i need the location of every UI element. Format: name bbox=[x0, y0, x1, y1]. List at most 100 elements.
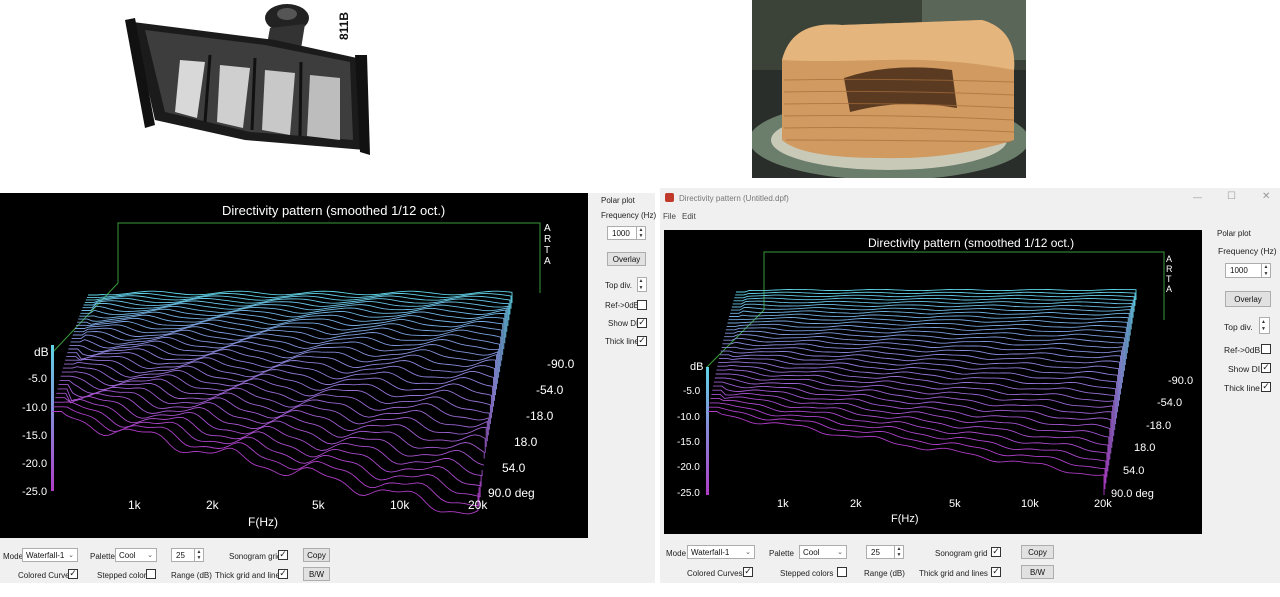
ref-0db-label: Ref->0dB bbox=[605, 301, 640, 310]
ref-0db-checkbox[interactable] bbox=[1261, 344, 1271, 354]
spin-arrows-icon[interactable]: ▲ ▼ bbox=[1261, 264, 1270, 277]
x-tick: 20k bbox=[1094, 498, 1112, 510]
mode-select[interactable]: Waterfall-1 ⌄ bbox=[687, 545, 755, 559]
copy-button[interactable]: Copy bbox=[1021, 545, 1054, 559]
chevron-down-icon: ⌄ bbox=[837, 549, 843, 556]
bw-button[interactable]: B/W bbox=[303, 567, 330, 581]
ref-0db-label: Ref->0dB bbox=[1224, 345, 1261, 355]
colored-curves-checkbox[interactable]: ✓ bbox=[743, 567, 753, 577]
chevron-down-icon: ⌄ bbox=[68, 552, 74, 559]
chevron-down-icon: ⌄ bbox=[147, 552, 153, 559]
waterfall-curve bbox=[53, 406, 480, 507]
x-tick: 2k bbox=[850, 498, 862, 510]
polar-plot-group-label: Polar plot bbox=[1217, 229, 1251, 238]
spin-arrows-icon[interactable]: ▲ ▼ bbox=[194, 549, 203, 561]
palette-value: Cool bbox=[803, 547, 820, 557]
x-axis-label: F(Hz) bbox=[891, 513, 919, 525]
angle-tick: 18.0 bbox=[1134, 442, 1156, 454]
menu-edit[interactable]: Edit bbox=[682, 212, 696, 221]
angle-tick: -54.0 bbox=[1157, 397, 1183, 409]
x-tick: 20k bbox=[468, 498, 488, 512]
menu-file[interactable]: File bbox=[663, 212, 676, 221]
waterfall-curve bbox=[56, 392, 483, 477]
range-value: 25 bbox=[871, 547, 880, 557]
waterfall-curve bbox=[61, 371, 488, 442]
ref-0db-checkbox[interactable] bbox=[637, 300, 647, 310]
show-di-checkbox[interactable]: ✓ bbox=[637, 318, 647, 328]
range-spinbox[interactable]: 25 ▲ ▼ bbox=[866, 545, 904, 559]
bw-button[interactable]: B/W bbox=[1021, 565, 1054, 579]
thick-line-checkbox[interactable]: ✓ bbox=[637, 336, 647, 346]
window-title: Directivity pattern (Untitled.dpf) bbox=[679, 194, 789, 203]
y-tick: -20.0 bbox=[677, 462, 700, 473]
app-icon bbox=[665, 193, 674, 202]
sonogram-grid-checkbox[interactable]: ✓ bbox=[991, 547, 1001, 557]
mode-value: Waterfall-1 bbox=[691, 547, 730, 557]
sonogram-grid-label: Sonogram grid bbox=[935, 549, 988, 558]
spin-arrows-icon[interactable]: ▲ ▼ bbox=[636, 227, 645, 239]
arta-brand: A R T A bbox=[1166, 254, 1174, 294]
close-icon[interactable]: ✕ bbox=[1262, 191, 1270, 202]
palette-select[interactable]: Cool ⌄ bbox=[115, 548, 157, 562]
range-spinbox[interactable]: 25 ▲ ▼ bbox=[171, 548, 204, 562]
minimize-icon[interactable]: — bbox=[1193, 192, 1202, 202]
waterfall-curve bbox=[59, 379, 486, 453]
waterfall-curve bbox=[708, 406, 1106, 490]
frequency-spinbox[interactable]: 1000 ▲ ▼ bbox=[1225, 263, 1271, 278]
spin-arrows-icon[interactable]: ▲ ▼ bbox=[894, 546, 903, 558]
stepped-colors-label: Stepped colors bbox=[780, 569, 834, 578]
palette-label: Palette bbox=[90, 552, 115, 561]
y-axis-label: dB bbox=[690, 361, 704, 373]
frequency-spinbox[interactable]: 1000 ▲ ▼ bbox=[607, 226, 646, 240]
y-axis-label: dB bbox=[34, 345, 49, 359]
waterfall-curve bbox=[727, 320, 1127, 360]
overlay-button[interactable]: Overlay bbox=[607, 252, 646, 266]
spin-arrows-icon[interactable]: ▲ ▼ bbox=[636, 278, 646, 291]
show-di-label: Show DI bbox=[608, 319, 639, 328]
y-tick: -15.0 bbox=[677, 437, 700, 448]
x-tick: 5k bbox=[949, 498, 961, 510]
chevron-down-icon: ⌄ bbox=[745, 549, 751, 556]
arta-letter: A bbox=[544, 223, 551, 234]
y-tick: -10.0 bbox=[677, 412, 700, 423]
colored-curves-checkbox[interactable]: ✓ bbox=[68, 569, 78, 579]
show-di-checkbox[interactable]: ✓ bbox=[1261, 363, 1271, 373]
angle-tick: -54.0 bbox=[536, 383, 564, 397]
maximize-icon[interactable]: ☐ bbox=[1227, 191, 1236, 202]
copy-button[interactable]: Copy bbox=[303, 548, 330, 562]
stepped-colors-checkbox[interactable] bbox=[146, 569, 156, 579]
thick-grid-checkbox[interactable]: ✓ bbox=[278, 569, 288, 579]
mode-select[interactable]: Waterfall-1 ⌄ bbox=[22, 548, 78, 562]
thick-line-checkbox[interactable]: ✓ bbox=[1261, 382, 1271, 392]
palette-color-bar bbox=[51, 345, 54, 491]
y-tick: -5.0 bbox=[28, 373, 47, 385]
y-tick: -5.0 bbox=[683, 386, 701, 397]
stepped-colors-label: Stepped colors bbox=[97, 571, 151, 580]
top-div-spinner[interactable]: ▲ ▼ bbox=[637, 277, 647, 292]
stepped-colors-checkbox[interactable] bbox=[837, 567, 847, 577]
y-tick: -20.0 bbox=[22, 458, 48, 470]
horn-model-label: 811B bbox=[337, 11, 351, 40]
waterfall-curve bbox=[718, 361, 1117, 425]
right-directivity-plot: Directivity pattern (smoothed 1/12 oct.)… bbox=[664, 230, 1202, 534]
top-div-label: Top div. bbox=[605, 281, 632, 290]
palette-select[interactable]: Cool ⌄ bbox=[799, 545, 847, 559]
angle-tick: 90.0 deg bbox=[488, 486, 535, 500]
range-db-label: Range (dB) bbox=[171, 571, 212, 580]
x-tick: 10k bbox=[1021, 498, 1039, 510]
thick-grid-checkbox[interactable]: ✓ bbox=[991, 567, 1001, 577]
spin-arrows-icon[interactable]: ▲ ▼ bbox=[1258, 318, 1269, 333]
range-db-label: Range (dB) bbox=[864, 569, 905, 578]
x-tick: 10k bbox=[390, 498, 410, 512]
x-axis-label: F(Hz) bbox=[248, 515, 278, 529]
x-tick: 5k bbox=[312, 498, 325, 512]
top-div-spinner[interactable]: ▲ ▼ bbox=[1259, 317, 1270, 334]
angle-tick: 54.0 bbox=[502, 461, 526, 475]
waterfall-curve bbox=[83, 300, 509, 326]
waterfall-curve bbox=[86, 292, 512, 309]
waterfall-curve bbox=[713, 381, 1112, 454]
overlay-button[interactable]: Overlay bbox=[1225, 291, 1271, 307]
colored-curves-label: Colored Curves bbox=[18, 571, 74, 580]
sonogram-grid-checkbox[interactable]: ✓ bbox=[278, 550, 288, 560]
waterfall-curve bbox=[717, 364, 1116, 430]
